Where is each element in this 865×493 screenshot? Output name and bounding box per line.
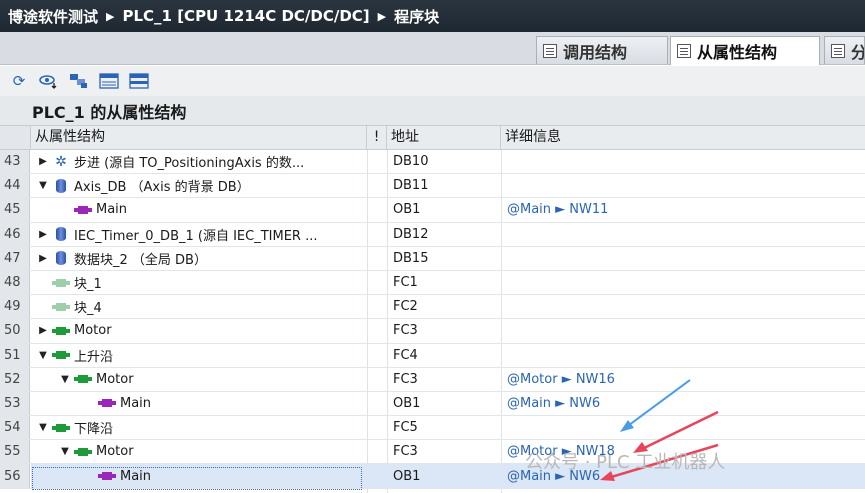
annotation-arrows: [600, 379, 719, 481]
watermark: 公众号 · PLC 工业机器人: [525, 452, 726, 473]
arrow-annotation-icon: [639, 410, 719, 452]
arrow-annotation-icon: [624, 379, 691, 429]
